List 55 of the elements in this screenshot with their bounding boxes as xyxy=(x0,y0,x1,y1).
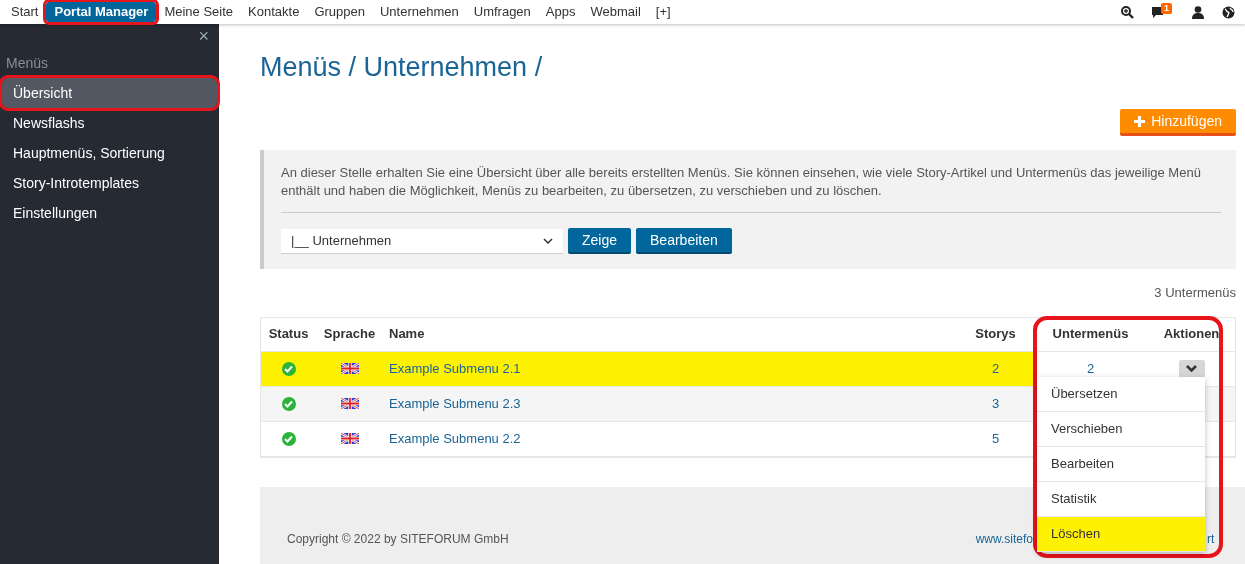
column-header: Untermenüs xyxy=(1051,325,1130,344)
sidebar-item[interactable]: Übersicht xyxy=(2,78,217,108)
nav-link[interactable]: Gruppen xyxy=(307,2,372,22)
sidebar-heading: Menüs xyxy=(5,54,50,73)
footer-link[interactable]: rt xyxy=(1207,530,1215,548)
nav-link[interactable]: Webmail xyxy=(583,2,648,22)
sidebar-item[interactable]: Newsflashs xyxy=(2,108,217,138)
action-button[interactable]: Bearbeiten xyxy=(636,228,732,254)
column-header: Sprache xyxy=(322,325,377,344)
column-header: Status xyxy=(267,325,310,344)
user-icon[interactable] xyxy=(1192,5,1204,19)
globe-icon[interactable] xyxy=(1222,5,1235,19)
nav-link[interactable]: Unternehmen xyxy=(372,2,466,22)
nav-link[interactable]: Kontakte xyxy=(241,2,307,22)
close-button[interactable]: × xyxy=(198,26,209,46)
nav-link[interactable]: Apps xyxy=(538,2,583,22)
chevron-down-icon xyxy=(1186,365,1197,372)
actions-toggle-button[interactable] xyxy=(1178,359,1205,378)
nav-link[interactable]: Start xyxy=(4,2,46,22)
story-count-link[interactable]: 2 xyxy=(991,358,1000,379)
dropdown-item[interactable]: Verschieben xyxy=(1037,412,1205,447)
uk-flag-icon xyxy=(340,363,359,374)
story-count-link[interactable]: 5 xyxy=(991,428,1000,449)
action-button[interactable]: Zeige xyxy=(568,228,632,254)
menu-name-link[interactable]: Example Submenu 2.1 xyxy=(389,358,521,379)
nav-link[interactable]: Portal Manager xyxy=(46,2,157,22)
dropdown-item[interactable]: Bearbeiten xyxy=(1037,447,1205,482)
story-count-link[interactable]: 3 xyxy=(991,393,1000,414)
page-title: Menüs / Unternehmen / xyxy=(260,51,544,83)
footer-link[interactable]: www.sitefo xyxy=(975,530,1033,548)
plus-icon xyxy=(1134,115,1146,127)
copyright-text: Copyright © 2022 by SITEFORUM GmbH xyxy=(287,531,509,548)
uk-flag-icon xyxy=(340,433,359,444)
column-header: Storys xyxy=(974,325,1017,344)
zoom-icon[interactable] xyxy=(1121,5,1134,19)
nav-link[interactable]: Umfragen xyxy=(466,2,538,22)
notification-badge: 1 xyxy=(1161,3,1172,14)
info-text: An dieser Stelle erhalten Sie eine Übersicht über alle bereits erstellten Menüs. Sie können einsehen, wie viele Story-Artikel und Untermenüs das jeweilige Menü enthält und haben die Möglichkeit, Menüs zu bearbeiten, zu übersetzen, zu verschieben und zu löschen. xyxy=(281,164,1202,200)
sidebar-item[interactable]: Hauptmenüs, Sortierung xyxy=(2,138,217,168)
menu-name-link[interactable]: Example Submenu 2.3 xyxy=(389,393,521,414)
dropdown-item[interactable]: Löschen xyxy=(1037,517,1205,552)
menu-select[interactable]: |__ Unternehmen xyxy=(281,228,563,254)
submenu-count-link[interactable]: 2 xyxy=(1086,358,1095,379)
uk-flag-icon xyxy=(340,398,359,409)
nav-link[interactable]: [+] xyxy=(648,2,678,22)
sidebar-item[interactable]: Story-Introtemplates xyxy=(2,168,217,198)
menu-name-link[interactable]: Example Submenu 2.2 xyxy=(389,428,521,449)
chevron-down-icon xyxy=(543,237,553,244)
dropdown-item[interactable]: Übersetzen xyxy=(1037,377,1205,412)
sidebar-item[interactable]: Einstellungen xyxy=(2,198,217,228)
dropdown-item[interactable]: Statistik xyxy=(1037,482,1205,517)
column-header: Aktionen xyxy=(1162,325,1221,344)
nav-link[interactable]: Meine Seite xyxy=(157,2,241,22)
column-header: Name xyxy=(388,325,426,344)
submenu-count: 3 Untermenüs xyxy=(1154,284,1236,302)
